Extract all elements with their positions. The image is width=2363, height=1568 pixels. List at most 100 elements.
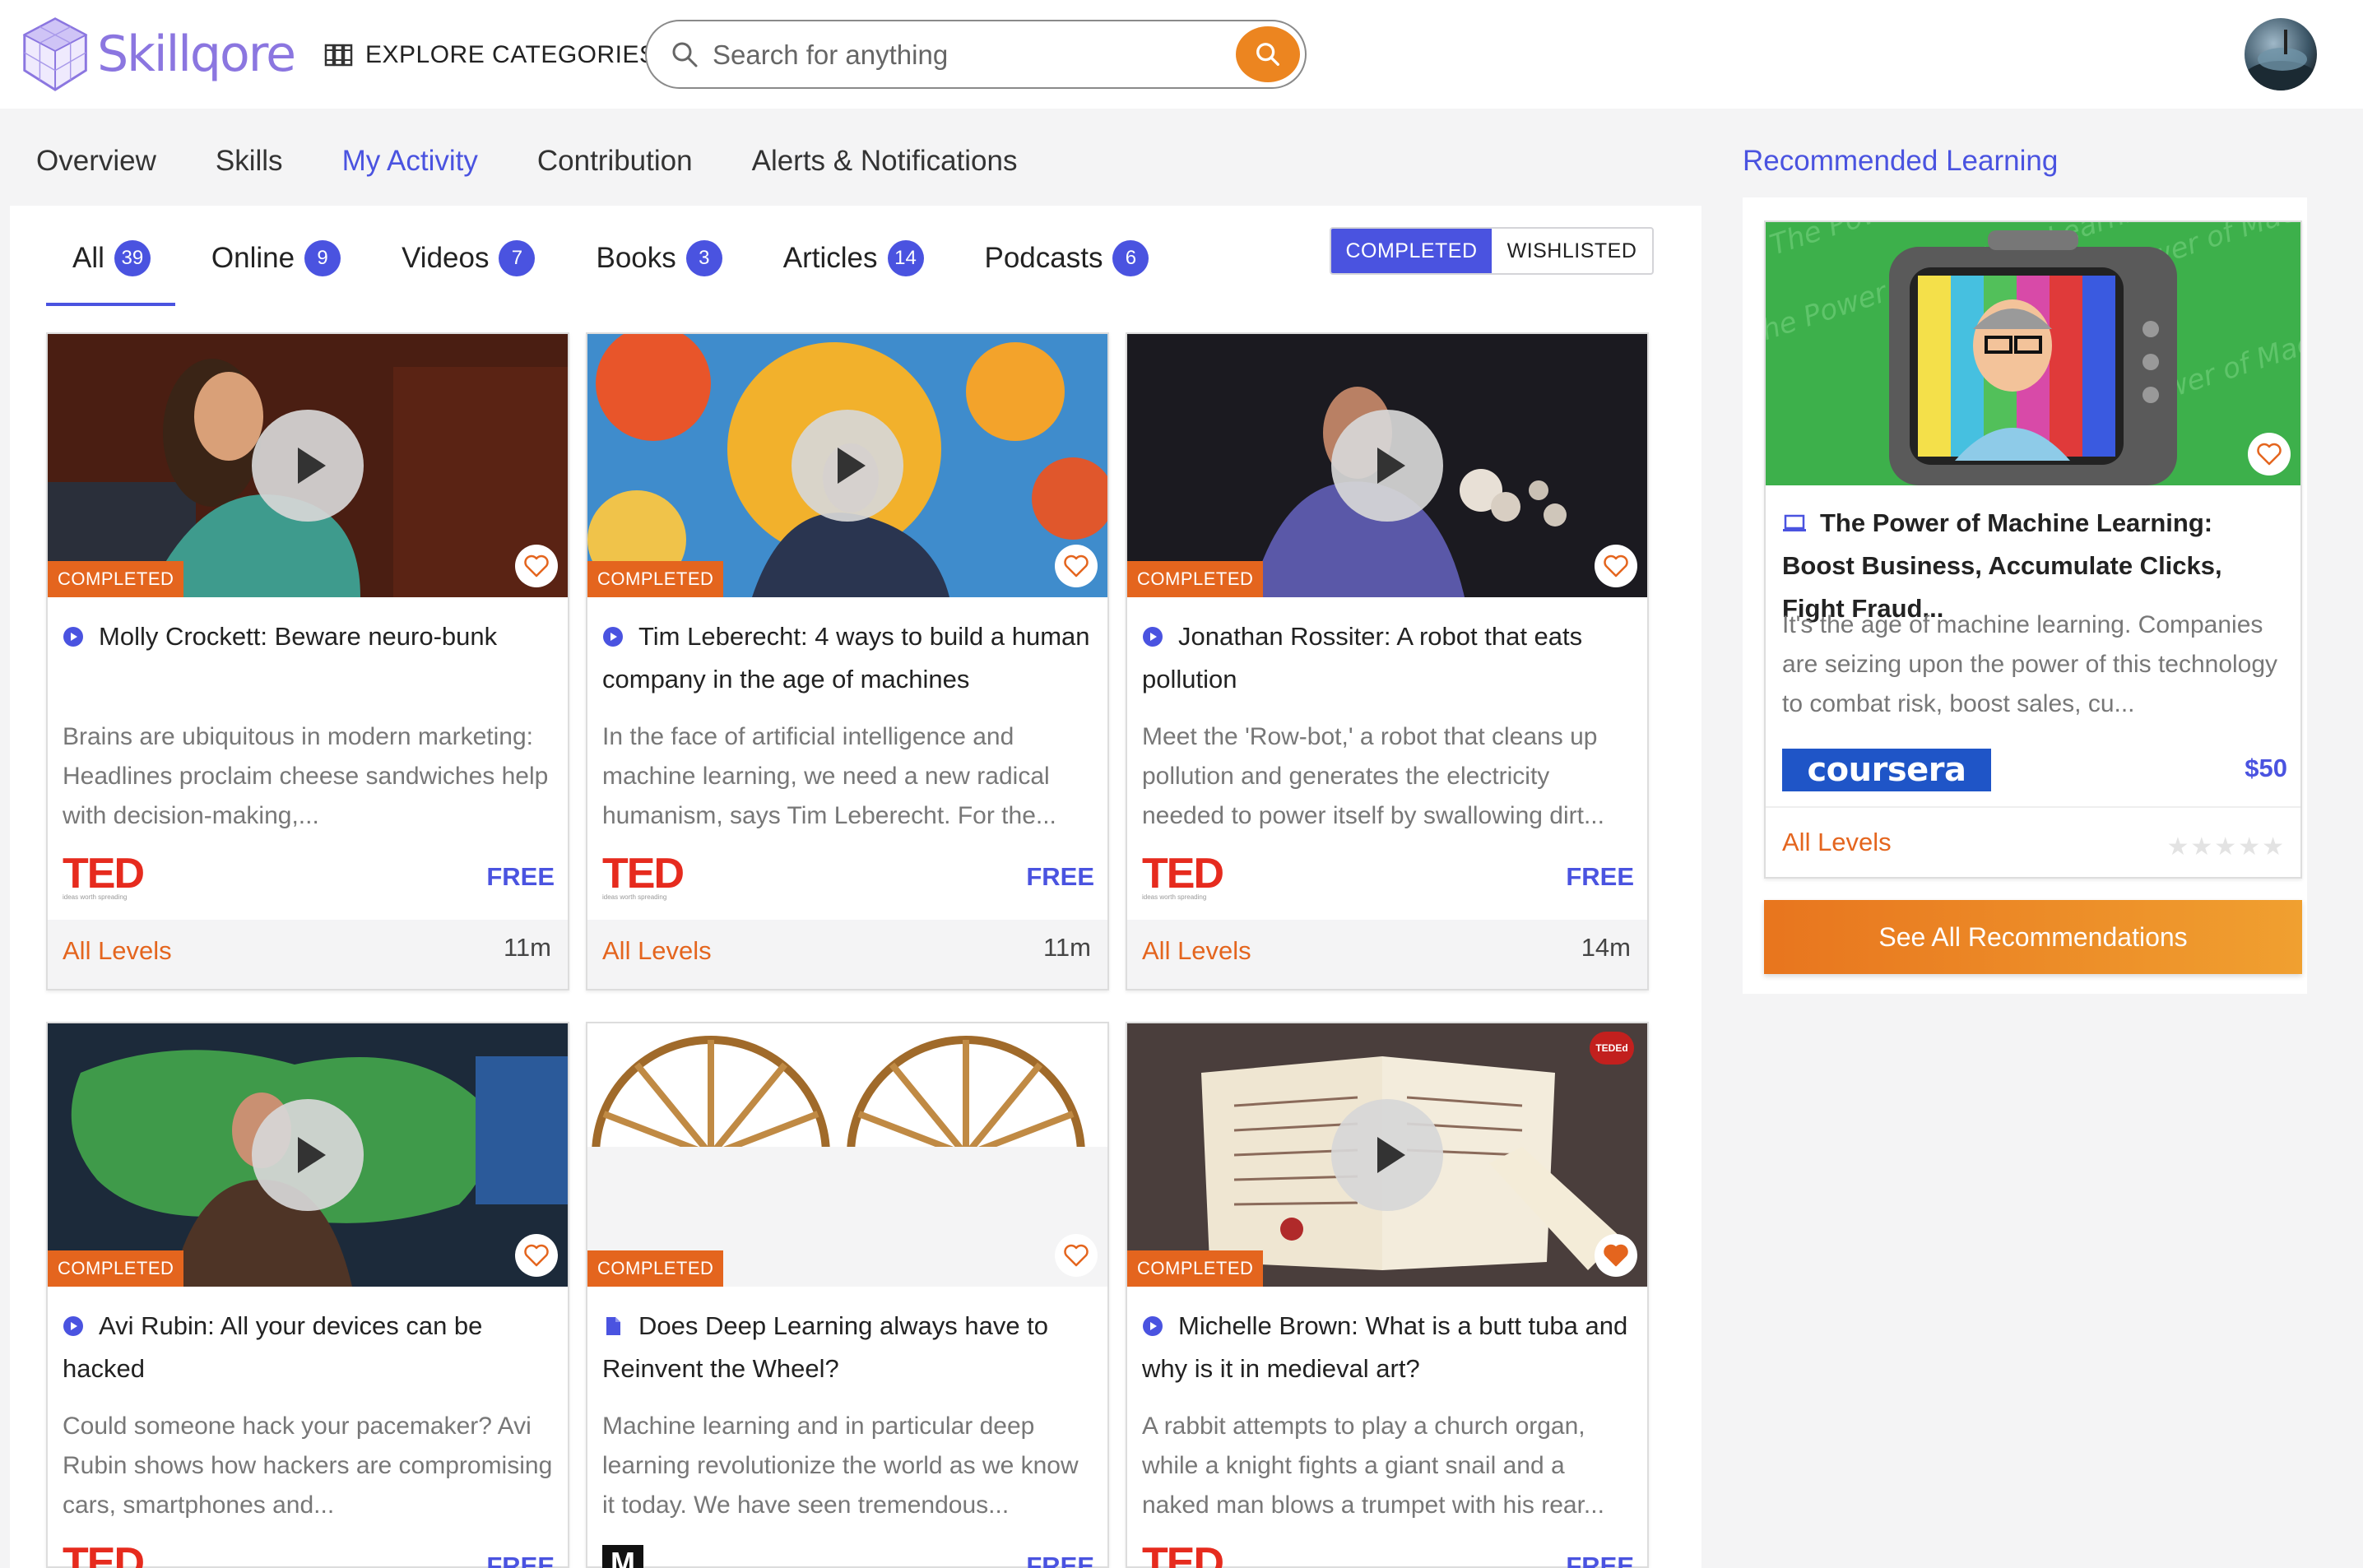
tab-contribution[interactable]: Contribution bbox=[537, 145, 693, 178]
explore-categories-label: EXPLORE CATEGORIES bbox=[365, 41, 657, 68]
card-title[interactable]: Molly Crockett: Beware neuro-bunk bbox=[63, 615, 556, 658]
card-description: Brains are ubiquitous in modern marketin… bbox=[63, 723, 549, 829]
toggle-completed-button[interactable]: COMPLETED bbox=[1331, 229, 1492, 273]
card-description: Could someone hack your pacemaker? Avi R… bbox=[63, 1413, 553, 1519]
card-title-text: Avi Rubin: All your devices can be hacke… bbox=[63, 1311, 483, 1383]
card-title[interactable]: Tim Leberecht: 4 ways to build a human c… bbox=[602, 615, 1096, 701]
subtab-label: Articles bbox=[782, 242, 878, 274]
card-duration: 11m bbox=[503, 933, 551, 962]
star-icon: ★ bbox=[2166, 833, 2191, 861]
completed-badge: COMPLETED bbox=[587, 561, 724, 597]
subtab-label: Podcasts bbox=[984, 242, 1103, 274]
completed-badge: COMPLETED bbox=[1127, 1250, 1264, 1287]
recommended-learning-heading[interactable]: Recommended Learning bbox=[1743, 145, 2058, 178]
play-button[interactable] bbox=[1331, 1099, 1443, 1211]
wishlist-heart-icon[interactable] bbox=[1055, 545, 1098, 587]
brand-name: Skillqore bbox=[97, 26, 296, 83]
medium-logo: M bbox=[602, 1545, 643, 1568]
star-icon: ★ bbox=[2190, 833, 2215, 861]
card-title-text: Molly Crockett: Beware neuro-bunk bbox=[99, 622, 498, 651]
subtab-label: Videos bbox=[402, 242, 490, 274]
user-avatar[interactable] bbox=[2245, 18, 2317, 90]
play-circle-icon bbox=[603, 627, 623, 647]
subtab-label: All bbox=[72, 242, 104, 274]
card-title[interactable]: Michelle Brown: What is a butt tuba and … bbox=[1142, 1305, 1636, 1390]
content-card[interactable]: COMPLETED Jonathan Rossiter: A robot tha… bbox=[1126, 332, 1649, 990]
wishlist-heart-icon[interactable] bbox=[1055, 1234, 1098, 1277]
wishlist-heart-icon[interactable] bbox=[515, 545, 558, 587]
tab-my-activity[interactable]: My Activity bbox=[342, 145, 478, 178]
play-button[interactable] bbox=[252, 1099, 364, 1211]
subtab-online[interactable]: Online 9 bbox=[175, 224, 365, 293]
subtab-videos[interactable]: Videos 7 bbox=[365, 224, 559, 293]
completed-badge: COMPLETED bbox=[48, 1250, 184, 1287]
card-thumbnail: COMPLETED bbox=[1127, 334, 1647, 597]
card-title[interactable]: Avi Rubin: All your devices can be hacke… bbox=[63, 1305, 556, 1390]
recommended-footer: All Levels ★★★★★ bbox=[1766, 806, 2300, 877]
recommended-thumbnail: The Power of Machine Learning The Power … bbox=[1766, 222, 2300, 485]
subtab-articles[interactable]: Articles 14 bbox=[747, 224, 949, 293]
count-badge: 6 bbox=[1112, 240, 1149, 276]
recommended-course-card[interactable]: The Power of Machine Learning The Power … bbox=[1764, 220, 2302, 879]
search-input[interactable] bbox=[713, 33, 1206, 77]
logo-cube-icon bbox=[22, 17, 88, 91]
provider-logo: TED ideas worth spreading bbox=[602, 850, 685, 901]
tab-alerts-notifications[interactable]: Alerts & Notifications bbox=[752, 145, 1018, 178]
card-price: FREE bbox=[1566, 862, 1634, 891]
star-icon: ★ bbox=[2262, 833, 2286, 861]
card-duration: 14m bbox=[1581, 933, 1631, 962]
subtab-label: Online bbox=[211, 242, 295, 274]
recommended-level: All Levels bbox=[1782, 828, 1892, 856]
card-title[interactable]: Jonathan Rossiter: A robot that eats pol… bbox=[1142, 615, 1636, 701]
subtab-all[interactable]: All 39 bbox=[36, 224, 175, 306]
top-navbar: Skillqore EXPLORE CATEGORIES bbox=[0, 0, 2363, 109]
recommended-description: It's the age of machine learning. Compan… bbox=[1782, 611, 2278, 717]
main-tabs: Overview Skills My Activity Contribution… bbox=[36, 145, 1077, 178]
card-level: All Levels bbox=[602, 936, 712, 965]
explore-categories-button[interactable]: EXPLORE CATEGORIES bbox=[324, 36, 657, 74]
wishlist-heart-icon[interactable] bbox=[1595, 545, 1637, 587]
wishlist-heart-icon[interactable] bbox=[515, 1234, 558, 1277]
toggle-wishlisted-button[interactable]: WISHLISTED bbox=[1492, 229, 1652, 273]
card-title-text: Tim Leberecht: 4 ways to build a human c… bbox=[602, 622, 1090, 694]
card-price: FREE bbox=[1026, 1552, 1094, 1568]
search-submit-button[interactable] bbox=[1236, 26, 1300, 82]
provider-logo: TED ideas worth spreading bbox=[1142, 850, 1224, 901]
count-badge: 3 bbox=[685, 240, 722, 276]
brand-logo[interactable]: Skillqore bbox=[15, 7, 296, 102]
card-thumbnail: TEDEd COMPLETED bbox=[1127, 1023, 1647, 1287]
subtab-podcasts[interactable]: Podcasts 6 bbox=[949, 224, 1174, 293]
subtab-books[interactable]: Books 3 bbox=[559, 224, 746, 293]
wishlist-heart-icon[interactable] bbox=[2248, 433, 2291, 476]
wishlist-heart-filled-icon[interactable] bbox=[1595, 1234, 1637, 1277]
ted-ed-badge: TEDEd bbox=[1590, 1032, 1634, 1065]
tab-overview[interactable]: Overview bbox=[36, 145, 156, 178]
tab-skills[interactable]: Skills bbox=[216, 145, 283, 178]
thumbnail-image bbox=[587, 1023, 1107, 1287]
card-title[interactable]: Does Deep Learning always have to Reinve… bbox=[602, 1305, 1096, 1390]
play-circle-icon bbox=[1143, 627, 1163, 647]
provider-logo: TED ideas worth spreading bbox=[63, 852, 145, 901]
card-thumbnail: COMPLETED bbox=[48, 1023, 568, 1287]
play-button[interactable] bbox=[792, 410, 903, 522]
avatar-image bbox=[2245, 30, 2317, 90]
content-card[interactable]: TEDEd COMPLETED Michelle Brown: What is … bbox=[1126, 1022, 1649, 1568]
content-card[interactable]: COMPLETED Avi Rubin: All your devices ca… bbox=[46, 1022, 569, 1568]
card-price: FREE bbox=[486, 1552, 555, 1568]
card-footer: All Levels 14m bbox=[1127, 920, 1647, 989]
provider-logo: TED bbox=[63, 1542, 145, 1568]
content-card[interactable]: COMPLETED Does Deep Learning always have… bbox=[586, 1022, 1109, 1568]
see-all-recommendations-button[interactable]: See All Recommendations bbox=[1764, 900, 2302, 974]
count-badge: 39 bbox=[114, 240, 151, 276]
play-button[interactable] bbox=[1331, 410, 1443, 522]
ted-logo: TED bbox=[602, 850, 685, 898]
content-card[interactable]: COMPLETED Tim Leberecht: 4 ways to build… bbox=[586, 332, 1109, 990]
card-duration: 11m bbox=[1042, 933, 1091, 962]
ted-logo: TED bbox=[1142, 1539, 1224, 1568]
content-card[interactable]: COMPLETED Molly Crockett: Beware neuro-b… bbox=[46, 332, 569, 990]
play-button[interactable] bbox=[252, 410, 364, 522]
ted-logo: TED bbox=[1142, 850, 1224, 898]
card-title-text: Does Deep Learning always have to Reinve… bbox=[602, 1311, 1049, 1383]
completed-badge: COMPLETED bbox=[48, 561, 184, 597]
recommended-price: $50 bbox=[2245, 754, 2287, 782]
